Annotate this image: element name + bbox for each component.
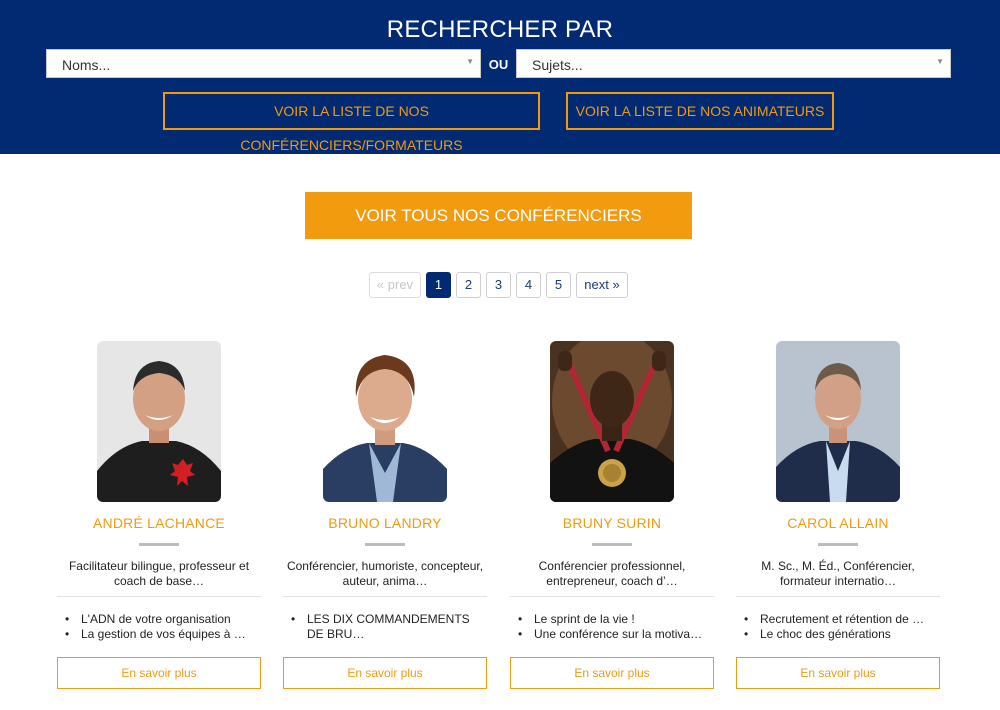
pagination-page-3[interactable]: 3 xyxy=(486,272,511,298)
divider xyxy=(510,596,714,597)
pagination-prev: « prev xyxy=(369,272,421,298)
speaker-card: BRUNY SURIN Conférencier professionnel, … xyxy=(510,340,714,692)
or-label: OU xyxy=(488,57,509,72)
speaker-name[interactable]: ANDRÉ LACHANCE xyxy=(47,515,271,531)
pagination-page-1[interactable]: 1 xyxy=(426,272,451,298)
speaker-photo-image xyxy=(97,341,221,502)
speaker-topics: LES DIX COMMANDEMENTS DE BRU… xyxy=(291,612,487,642)
names-select[interactable]: Noms... ▼ xyxy=(46,49,481,78)
subjects-select[interactable]: Sujets... ▼ xyxy=(516,49,951,78)
topic-item: LES DIX COMMANDEMENTS DE BRU… xyxy=(291,612,487,642)
topic-item: Le choc des générations xyxy=(744,627,940,642)
learn-more-button[interactable]: En savoir plus xyxy=(736,657,940,689)
hosts-list-button[interactable]: VOIR LA LISTE DE NOS ANIMATEURS xyxy=(566,92,834,130)
topic-item: Recrutement et rétention de … xyxy=(744,612,940,627)
divider xyxy=(139,543,179,546)
speaker-photo[interactable] xyxy=(550,341,674,502)
divider xyxy=(736,596,940,597)
dropdown-arrow-icon: ▼ xyxy=(936,57,944,66)
pagination: « prev 1 2 3 4 5 next » xyxy=(0,272,1000,298)
divider xyxy=(57,596,261,597)
speaker-photo[interactable] xyxy=(776,341,900,502)
topic-item: Une conférence sur la motiva… xyxy=(518,627,714,642)
topic-item: La gestion de vos équipes à … xyxy=(65,627,261,642)
speaker-card: CAROL ALLAIN M. Sc., M. Éd., Conférencie… xyxy=(736,340,940,692)
speakers-list-button[interactable]: VOIR LA LISTE DE NOS CONFÉRENCIERS/FORMA… xyxy=(163,92,540,153)
topic-item: L'ADN de votre organisation xyxy=(65,612,261,627)
speaker-topics: Le sprint de la vie ! Une conférence sur… xyxy=(518,612,714,642)
speaker-photo-image xyxy=(776,341,900,502)
learn-more-button[interactable]: En savoir plus xyxy=(283,657,487,689)
names-select-value: Noms... xyxy=(62,57,111,73)
speaker-name[interactable]: CAROL ALLAIN xyxy=(726,515,950,531)
learn-more-button[interactable]: En savoir plus xyxy=(510,657,714,689)
speaker-photo-image xyxy=(323,341,447,502)
pagination-page-2[interactable]: 2 xyxy=(456,272,481,298)
pagination-page-5[interactable]: 5 xyxy=(546,272,571,298)
speaker-description: Facilitateur bilingue, professeur et coa… xyxy=(68,559,250,588)
speaker-description: Conférencier professionnel, entrepreneur… xyxy=(538,559,686,588)
speaker-name[interactable]: BRUNY SURIN xyxy=(500,515,724,531)
search-header: RECHERCHER PAR Noms... ▼ OU Sujets... ▼ … xyxy=(0,0,1000,154)
speaker-card: ANDRÉ LACHANCE Facilitateur bilingue, pr… xyxy=(57,340,261,692)
divider xyxy=(818,543,858,546)
speaker-description: M. Sc., M. Éd., Conférencier, formateur … xyxy=(761,559,915,588)
dropdown-arrow-icon: ▼ xyxy=(466,57,474,66)
speaker-topics: L'ADN de votre organisation La gestion d… xyxy=(65,612,261,642)
subjects-select-value: Sujets... xyxy=(532,57,583,73)
speaker-photo[interactable] xyxy=(323,341,447,502)
learn-more-button[interactable]: En savoir plus xyxy=(57,657,261,689)
speaker-photo-image xyxy=(550,341,674,502)
speaker-name[interactable]: BRUNO LANDRY xyxy=(273,515,497,531)
topic-item: Le sprint de la vie ! xyxy=(518,612,714,627)
speaker-topics: Recrutement et rétention de … Le choc de… xyxy=(744,612,940,642)
speaker-photo[interactable] xyxy=(97,341,221,502)
search-title: RECHERCHER PAR xyxy=(386,16,614,43)
speaker-card: BRUNO LANDRY Conférencier, humoriste, co… xyxy=(283,340,487,692)
divider xyxy=(283,596,487,597)
speaker-description: Conférencier, humoriste, concepteur, aut… xyxy=(286,559,484,588)
divider xyxy=(592,543,632,546)
see-all-speakers-button[interactable]: VOIR TOUS NOS CONFÉRENCIERS xyxy=(305,192,692,239)
divider xyxy=(365,543,405,546)
pagination-page-4[interactable]: 4 xyxy=(516,272,541,298)
pagination-next[interactable]: next » xyxy=(576,272,628,298)
